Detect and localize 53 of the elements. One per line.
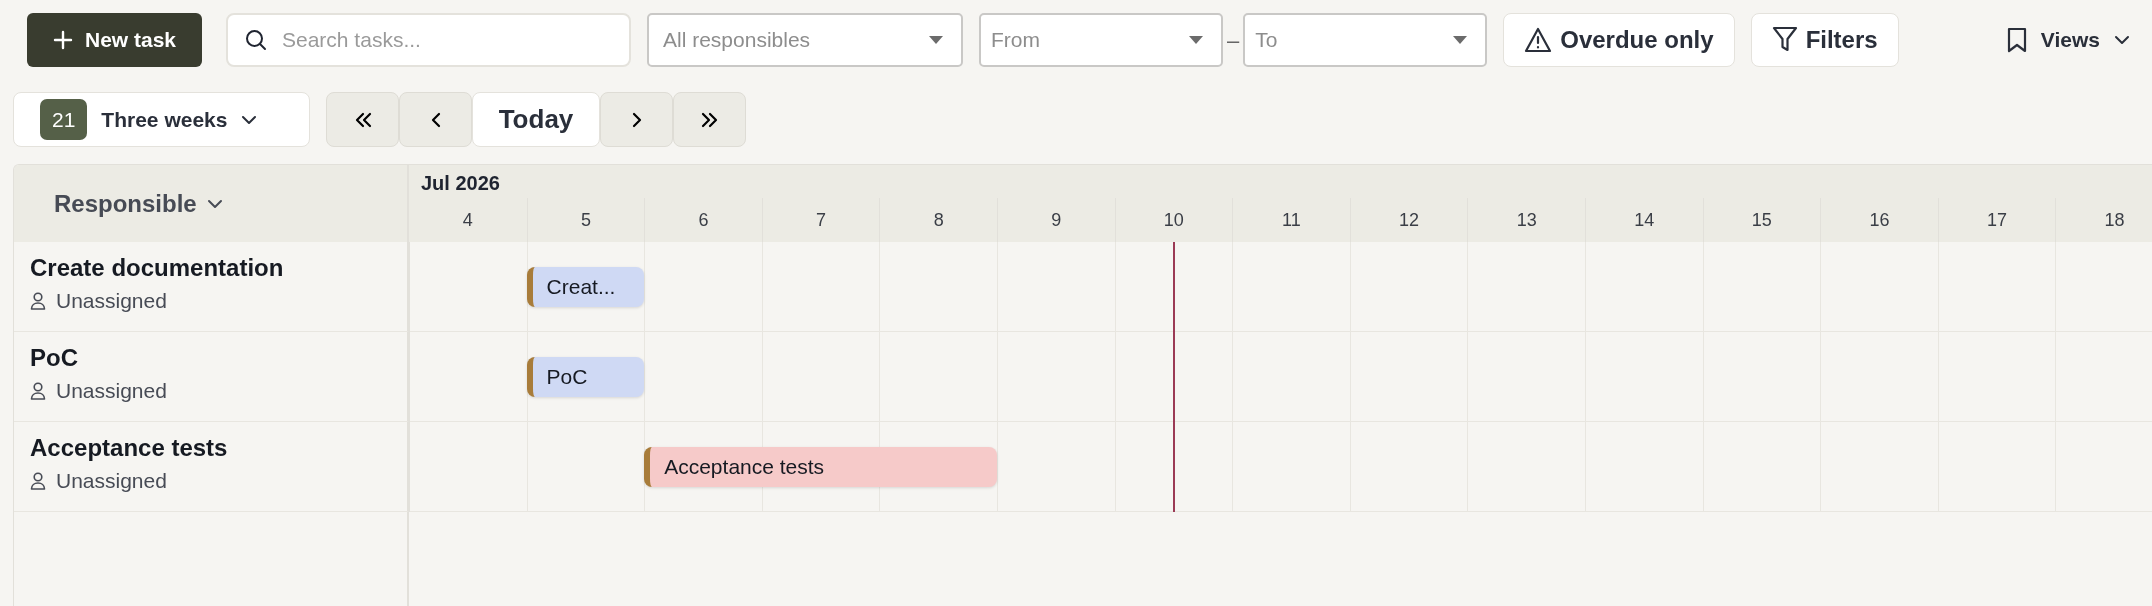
day-header: 11 [1232,198,1350,242]
day-header: 15 [1702,198,1821,242]
search-icon [244,28,268,52]
filter-icon [1771,26,1798,54]
today-button[interactable]: Today [472,92,600,147]
task-bar[interactable]: Creat... [526,267,645,307]
overdue-only-button[interactable]: Overdue only [1503,13,1735,67]
caret-icon [929,36,943,44]
views-button[interactable]: Views [2006,13,2152,67]
task-title[interactable]: Create documentation [30,252,407,284]
plus-icon [52,30,73,50]
filters-button[interactable]: Filters [1750,13,1899,67]
day-header: 18 [2055,198,2152,242]
day-count-badge: 21 [40,98,88,141]
assignee-label: Unassigned [56,288,167,315]
chevron-down-icon [241,114,258,125]
new-task-button[interactable]: New task [27,13,202,67]
assignee-label: Unassigned [56,468,167,495]
responsible-column-header[interactable]: Responsible [54,185,223,222]
chevron-right-button[interactable] [600,92,673,147]
chevron-down-icon [206,198,223,209]
day-header: 12 [1349,198,1468,242]
day-header: 4 [409,198,527,242]
month-label: Jul 2026 [421,171,500,196]
day-header: 5 [526,198,645,242]
double-chevron-left-button[interactable] [326,92,399,147]
chevron-down-icon [2114,35,2130,45]
task-title[interactable]: PoC [30,342,407,374]
day-header: 6 [644,198,762,242]
assignee-label: Unassigned [56,378,167,405]
day-header: 8 [879,198,997,242]
day-header: 9 [996,198,1115,242]
chevron-left-button[interactable] [399,92,472,147]
person-icon [30,381,46,400]
day-header: 17 [1937,198,2056,242]
date-separator: – [1226,26,1241,55]
caret-icon [1453,36,1468,44]
day-header: 13 [1467,198,1585,242]
warning-icon [1524,27,1553,53]
person-icon [30,471,46,490]
day-header: 10 [1114,198,1233,242]
task-bar[interactable]: PoC [526,357,645,397]
day-header: 16 [1820,198,1938,242]
double-chevron-right-button[interactable] [673,92,746,147]
bookmark-icon [2006,27,2027,53]
range-dropdown[interactable]: 21 Three weeks [13,92,310,147]
caret-icon [1189,36,1203,44]
person-icon [30,291,46,310]
day-header: 7 [761,198,880,242]
search-field[interactable]: Search tasks... [226,13,631,67]
task-bar[interactable]: Acceptance tests [644,447,997,487]
task-title[interactable]: Acceptance tests [30,432,407,464]
day-header: 14 [1584,198,1703,242]
